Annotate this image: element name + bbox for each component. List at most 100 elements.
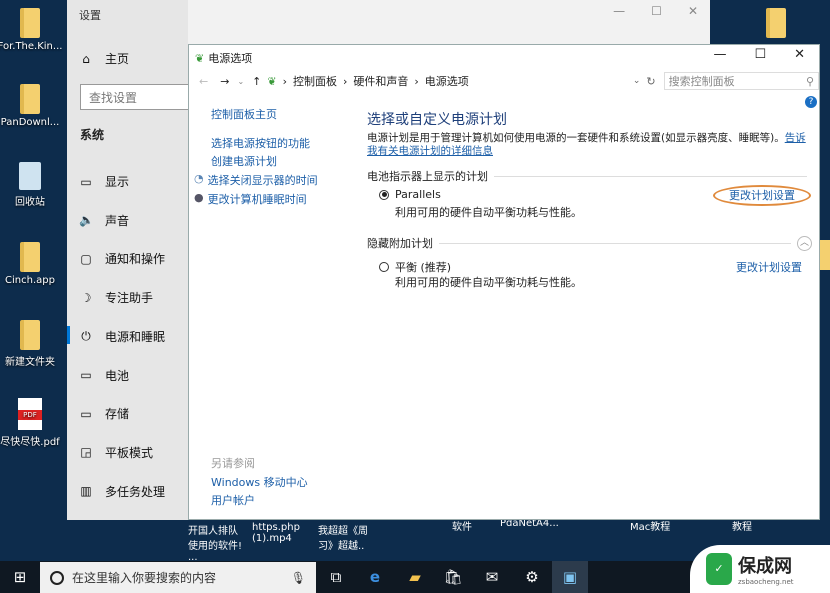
settings-gear-icon[interactable]: ⚙ [514,561,550,593]
sidebar-link[interactable]: 选择关闭显示器的时间 [208,172,318,188]
desktop-icon[interactable]: 新建文件夹 [0,320,63,368]
power-options-icon: ❦ [195,51,205,65]
description: 电源计划是用于管理计算机如何使用电源的一套硬件和系统设置(如显示器亮度、睡眠等)… [367,132,785,144]
folder-icon [20,8,40,38]
forward-button[interactable]: → [220,75,229,88]
address-dropdown-icon[interactable]: ⌄ [633,76,641,86]
search-icon: ⚲ [805,74,814,88]
notification-icon: ▢ [80,251,92,266]
sidebar-link[interactable]: 创建电源计划 [211,153,277,169]
pdf-icon: PDF [18,398,42,430]
see-also-link[interactable]: 用户帐户 [211,492,255,508]
storage-icon: ▭ [80,406,92,421]
settings-home[interactable]: ⌂ 主页 [79,50,129,67]
mail-icon[interactable]: ✉ [474,561,510,593]
minimize-button[interactable]: — [713,47,726,62]
see-also-label: 另请参阅 [211,457,255,470]
up-button[interactable]: ↑ [252,75,261,88]
cortana-icon [50,570,64,585]
folder-icon [20,320,40,350]
moon-icon: ☽ [80,290,92,305]
watermark-logo: ✓ 保成网 zsbaocheng.net [690,545,830,593]
desktop-icon[interactable]: PDF 尽快尽快.pdf [0,398,63,448]
recycle-bin-icon [19,162,41,190]
home-icon: ⌂ [82,51,90,66]
settings-nav-label: 显示 [105,175,130,189]
plan-name: 平衡 (推荐) [395,261,452,274]
breadcrumb-item[interactable]: 控制面板 [293,73,337,89]
change-plan-settings-link[interactable]: 更改计划设置 [736,259,802,275]
plan-radio-selected[interactable] [379,189,389,200]
settings-nav-label: 电池 [105,368,130,383]
control-panel-taskbar-icon[interactable]: ▣ [552,561,588,593]
file-explorer-icon[interactable]: ▰ [397,561,433,593]
microphone-icon[interactable]: 🎙 [291,571,306,585]
folder-icon [766,8,786,38]
close-button[interactable]: ✕ [794,47,805,62]
settings-nav-item[interactable]: ⏻ 电源和睡眠 [67,325,166,345]
monitor-icon: ▭ [80,174,92,189]
settings-title: 设置 [79,9,101,22]
control-panel-home-link[interactable]: 控制面板主页 [211,106,277,122]
moon-icon: ● [194,191,204,204]
battery-icon: ▭ [80,368,92,382]
settings-nav-label: 专注助手 [105,291,154,306]
settings-nav-item[interactable]: ▢ 通知和操作 [79,250,165,267]
settings-nav-label: 声音 [105,213,130,228]
settings-nav-label: 多任务处理 [105,484,166,499]
plan-description: 利用可用的硬件自动平衡功耗与性能。 [395,276,582,289]
refresh-button[interactable]: ↻ [646,75,655,88]
page-title: 选择或自定义电源计划 [367,112,507,128]
search-input[interactable]: 搜索控制面板 ⚲ [663,72,819,90]
minimize-button[interactable]: — [613,4,625,18]
desktop-icon[interactable]: For.The.Kin... [0,8,63,52]
maximize-button[interactable]: ☐ [651,4,662,18]
collapse-chevron-icon[interactable]: ︿ [797,235,812,251]
back-button[interactable]: ← [199,75,208,88]
breadcrumb-item[interactable]: 硬件和声音 [353,73,408,89]
control-panel-icon: ❦ [267,74,277,88]
help-icon[interactable]: ? [805,96,817,108]
plan-description: 利用可用的硬件自动平衡功耗与性能。 [395,206,582,219]
plan-radio[interactable] [379,262,389,272]
desktop-icon[interactable]: PanDownl... [0,84,63,128]
breadcrumb-item[interactable]: 电源选项 [425,73,469,89]
group-label: 电池指示器上显示的计划 [367,170,488,183]
display-clock-icon: ◔ [194,172,204,185]
speaker-icon: 🔈 [79,213,94,228]
edge-icon[interactable]: e [357,561,393,593]
power-options-window: ❦ 电源选项 — ☐ ✕ ← → ⌄ ↑ ❦ › 控制面板 › 硬件和声音 › 电源选项 ⌄… [188,44,820,520]
power-icon: ⏻ [81,328,91,343]
tablet-icon: ◲ [80,445,92,460]
settings-nav-item[interactable]: ◲ 平板模式 [79,444,153,461]
taskbar-search-input[interactable]: 在这里输入你要搜索的内容 🎙 [40,562,316,593]
settings-section-title: 系统 [80,128,105,142]
sidebar-link[interactable]: 更改计算机睡眠时间 [208,191,307,207]
change-plan-settings-link[interactable]: 更改计划设置 [713,185,811,206]
settings-nav-label: 电源和睡眠 [105,329,166,344]
desktop-icon[interactable]: Cinch.app [0,242,63,286]
task-view-icon[interactable]: ⧉ [318,561,354,593]
settings-nav-item[interactable]: ☽ 专注助手 [79,289,153,306]
desktop-icon[interactable]: 回收站 [0,162,63,208]
shield-icon: ✓ [706,553,732,585]
nav-bar: ← → ⌄ ↑ ❦ › 控制面板 › 硬件和声音 › 电源选项 ⌄ ↻ 搜索控制面板 ⚲ [189,71,819,91]
settings-nav-item[interactable]: ▥ 多任务处理 [79,483,165,500]
see-also-link[interactable]: Windows 移动中心 [211,474,308,490]
settings-nav-label: 通知和操作 [105,252,166,267]
close-button[interactable]: ✕ [688,4,698,18]
recent-dropdown[interactable]: ⌄ [237,77,244,86]
settings-nav-item[interactable]: ▭ 存储 [79,405,129,422]
maximize-button[interactable]: ☐ [754,47,766,62]
settings-nav-item[interactable]: ▭ 显示 [79,173,129,190]
multitask-icon: ▥ [80,484,92,499]
address-bar[interactable]: ❦ › 控制面板 › 硬件和声音 › 电源选项 [267,72,633,90]
settings-nav-item[interactable]: ▭ 电池 [79,367,129,384]
group-label: 隐藏附加计划 [367,237,433,250]
folder-icon [20,84,40,114]
store-icon[interactable]: 🛍 [435,561,471,593]
start-button[interactable]: ⊞ [2,561,38,593]
settings-nav-item[interactable]: 🔈 声音 [79,212,129,229]
sidebar-link[interactable]: 选择电源按钮的功能 [211,135,310,151]
plan-name: Parallels [395,188,441,201]
